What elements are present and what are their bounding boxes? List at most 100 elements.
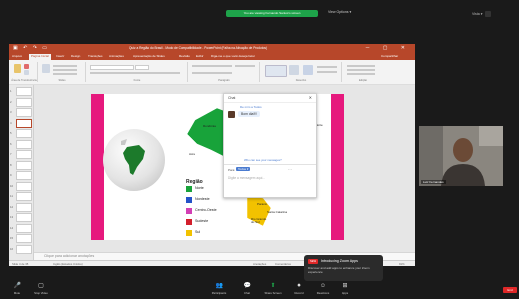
font-size-field[interactable] (135, 65, 149, 70)
paste-icon[interactable] (14, 64, 21, 73)
ribbon-label-drawing: Desenho (295, 79, 307, 82)
participant-avatar (419, 126, 503, 186)
new-slide-icon[interactable] (42, 64, 50, 73)
chat-window: Chat ✕ De mim a Todos Bom dia!!!! Who ca… (223, 93, 317, 198)
legend-swatch-nordeste (186, 197, 192, 203)
legend-swatch-sudeste (186, 219, 192, 225)
stop-video-button[interactable]: ▢ Stop Video (30, 283, 52, 295)
fullscreen-icon[interactable] (485, 11, 492, 17)
slide-thumbnail[interactable] (16, 192, 32, 201)
slide-thumbnail[interactable] (16, 171, 32, 180)
tab-transicoes[interactable]: Transições (88, 54, 103, 58)
font-formatting-buttons[interactable] (90, 72, 180, 74)
chat-close-icon[interactable]: ✕ (309, 95, 312, 100)
slide-thumbnail[interactable] (16, 160, 32, 170)
ribbon: Área de Transferência Slides Fonte Parág… (9, 60, 415, 85)
chat-message-sender: De mim a Todos (240, 105, 262, 109)
tab-inserir[interactable]: Inserir (56, 54, 64, 58)
chat-label: Chat (244, 291, 250, 295)
slide-thumbnail[interactable] (16, 139, 32, 149)
zoom-apps-notification[interactable]: NEW Introducing Zoom Apps Discover and a… (304, 255, 383, 281)
participants-button[interactable]: 👥 Participants (208, 283, 230, 295)
status-notes-button[interactable]: Anotações (253, 262, 266, 266)
chat-input[interactable]: Digite a mensagem aqui... (228, 176, 265, 180)
end-meeting-button[interactable]: End (503, 287, 517, 293)
record-button[interactable]: ⏺ Record (288, 283, 310, 295)
state-label-rs: Rio Grande do Sul (251, 217, 267, 225)
reactions-button[interactable]: ☺ Reactions (312, 283, 334, 295)
record-label: Record (294, 291, 304, 295)
tell-me-search[interactable]: Diga-me o que você deseja fazer (211, 54, 255, 58)
slide-thumbnail[interactable] (16, 129, 32, 138)
view-options-button[interactable]: View Options ▾ (328, 10, 351, 14)
status-comments-button[interactable]: Comentários (275, 262, 291, 266)
cut-icon[interactable] (24, 64, 29, 69)
thumbnail-number: 7 (10, 152, 12, 156)
slide-thumbnail[interactable] (16, 87, 32, 96)
notification-title: Introducing Zoom Apps (321, 259, 358, 263)
slide-thumbnail[interactable] (16, 150, 32, 159)
record-icon: ⏺ (297, 283, 301, 289)
window-controls-icon[interactable]: ─ ▢ ✕ (366, 45, 411, 51)
participant-video[interactable]: Luiz Fernandes (419, 126, 503, 186)
globe-image (103, 129, 165, 191)
ribbon-tabs: Arquivo Página Inicial Inserir Design Tr… (9, 53, 415, 60)
slide-thumbnail[interactable] (16, 223, 32, 233)
font-name-field[interactable] (90, 65, 134, 70)
chat-recipient-dropdown[interactable]: Todos ▾ (236, 167, 251, 171)
chat-to-label: Para: (228, 168, 236, 172)
thumbnail-number: 9 (10, 173, 12, 177)
chat-more-icon[interactable]: ⋯ (288, 167, 292, 172)
who-can-see-link[interactable]: Who can see your messages? (244, 158, 282, 162)
mute-label: Mute (13, 291, 21, 295)
apps-button[interactable]: ⊞ Apps (334, 283, 356, 295)
notification-body: Discover and add apps to enhance your Zo… (308, 266, 370, 274)
legend-title: Região (186, 179, 203, 185)
state-label-ro: Rondônia (203, 124, 216, 128)
slide-thumbnail[interactable] (16, 181, 32, 191)
tab-design[interactable]: Design (71, 54, 80, 58)
ribbon-group-font: Fonte (87, 62, 188, 82)
slide-thumbnail[interactable] (16, 118, 32, 128)
tab-apresentacao[interactable]: Apresentação de Slides (133, 54, 165, 58)
stop-video-label: Stop Video (34, 291, 48, 295)
tab-animacoes[interactable]: Animações (109, 54, 124, 58)
list-buttons[interactable] (192, 65, 232, 67)
ribbon-label-paragraph: Parágrafo (218, 79, 230, 82)
select-button[interactable] (347, 73, 375, 75)
status-zoom-level[interactable]: 91% (399, 262, 405, 266)
slide-thumbnail[interactable] (16, 108, 32, 117)
chat-button[interactable]: 💬 Chat (236, 283, 258, 295)
align-buttons[interactable] (192, 72, 232, 74)
chat-divider (224, 164, 316, 165)
find-button[interactable] (347, 65, 375, 67)
tab-arquivo[interactable]: Arquivo (12, 54, 22, 58)
quick-styles-icon[interactable] (303, 65, 313, 75)
slide-thumbnail[interactable] (16, 202, 32, 212)
thumbnail-number: 12 (10, 204, 14, 209)
share-button[interactable]: Compartilhar (381, 54, 398, 58)
tab-exibir[interactable]: Exibir (196, 54, 204, 58)
thumbnail-number: 16 (10, 246, 14, 251)
quick-access-icons[interactable]: ▣ ↶ ↷ ▭ (13, 45, 49, 51)
copy-icon[interactable] (24, 70, 29, 75)
arrange-icon[interactable] (289, 65, 299, 75)
thumbnail-number: 3 (10, 110, 12, 114)
thumbnail-number: 10 (10, 183, 14, 188)
slide-thumbnail[interactable] (16, 97, 32, 107)
tab-revisao[interactable]: Revisão (179, 54, 190, 58)
replace-button[interactable] (347, 69, 375, 71)
slide-thumbnail[interactable] (16, 213, 32, 222)
chat-message-text: Bom dia!!!! (238, 111, 261, 117)
mute-button[interactable]: 🎤 Mute (6, 283, 28, 295)
apps-icon: ⊞ (342, 283, 348, 289)
share-screen-button[interactable]: ⬆ Share Screen (262, 283, 284, 295)
slide-thumbnail[interactable] (16, 234, 32, 243)
reactions-icon: ☺ (319, 283, 327, 289)
ribbon-group-drawing: Desenho (261, 62, 342, 82)
view-mode-button[interactable]: Vista ▾ (472, 12, 482, 16)
new-badge: NEW (308, 259, 318, 264)
screen-share-banner: You are viewing Fernando Santos's screen (226, 10, 318, 17)
shapes-gallery[interactable] (265, 65, 287, 77)
slide-thumbnail[interactable] (16, 244, 32, 254)
